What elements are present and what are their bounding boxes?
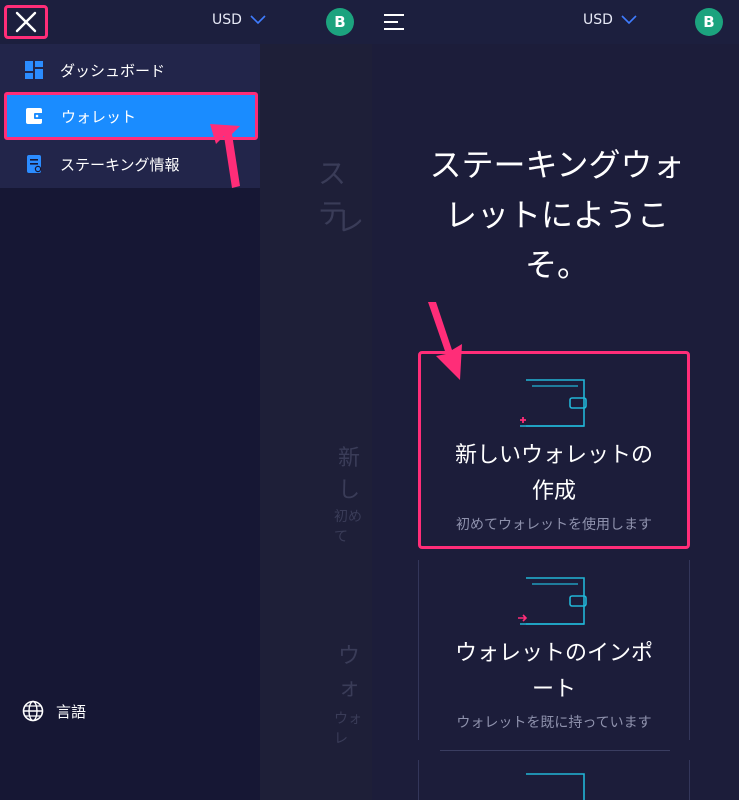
avatar[interactable]: B — [695, 8, 723, 36]
globe-icon — [22, 700, 44, 722]
wallet-plus-icon — [520, 379, 587, 427]
welcome-title-line: レットにようこ — [444, 196, 669, 234]
avatar[interactable]: B — [326, 8, 354, 36]
wallet-option-card[interactable] — [418, 760, 690, 800]
close-icon — [15, 11, 37, 33]
ghost-card-title: ウォ — [338, 644, 361, 701]
card-divider — [440, 750, 670, 751]
card-title-line: 新しいウォレットの — [454, 443, 653, 468]
card-title-line: ウォレットのインポ — [454, 641, 653, 666]
currency-selector[interactable]: USD — [583, 12, 637, 28]
welcome-title-line: ステーキングウォ — [429, 146, 685, 184]
currency-label: USD — [212, 12, 242, 28]
menu-open-pane: USD B ダッシュボード ウォレット ステーキング情報 言語 ステ レ 新し … — [0, 0, 372, 800]
chevron-down-icon — [250, 15, 266, 25]
ghost-card-subtitle: ウォレ — [334, 711, 362, 747]
top-bar: USD B — [0, 0, 372, 44]
ghost-card-title: 新し — [338, 446, 361, 503]
language-selector[interactable]: 言語 — [22, 700, 86, 722]
page-overlay[interactable]: ステ レ 新し 初めて ウォ ウォレ — [260, 44, 372, 800]
wallet-import-icon — [518, 577, 587, 625]
document-icon — [27, 155, 42, 173]
dashboard-icon — [25, 61, 43, 79]
sidebar-item-label: ダッシュボード — [60, 61, 166, 80]
welcome-title: ステーキングウォ レットにようこ そ。 — [402, 140, 712, 290]
top-bar: USD B — [372, 0, 739, 44]
chevron-down-icon — [621, 15, 637, 25]
ghost-card-subtitle: 初めて — [334, 509, 362, 545]
welcome-title-line: そ。 — [524, 246, 589, 284]
ghost-title-line-2: レ — [336, 205, 365, 238]
wallet-icon — [526, 773, 585, 800]
wallet-welcome-pane: USD B ステーキングウォ レットにようこ そ。 新しいウォレットの 作成 初… — [372, 0, 739, 800]
import-wallet-title: ウォレットのインポ ート — [419, 636, 689, 708]
annotation-arrow — [210, 124, 240, 188]
sidebar-item-label: ステーキング情報 — [60, 155, 180, 174]
currency-selector[interactable]: USD — [212, 12, 266, 28]
create-wallet-subtitle: 初めてウォレットを使用します — [456, 517, 652, 533]
create-wallet-title: 新しいウォレットの 作成 — [421, 438, 687, 510]
import-wallet-card[interactable]: ウォレットのインポ ート ウォレットを既に持っています — [418, 560, 690, 740]
card-title-line: ート — [531, 677, 576, 702]
create-wallet-card[interactable]: 新しいウォレットの 作成 初めてウォレットを使用します — [418, 351, 690, 549]
close-menu-button[interactable] — [4, 5, 48, 39]
wallet-icon — [26, 108, 43, 124]
sidebar-item-dashboard[interactable]: ダッシュボード — [0, 46, 260, 94]
currency-label: USD — [583, 12, 613, 28]
hamburger-menu-icon[interactable] — [384, 12, 406, 32]
import-wallet-subtitle: ウォレットを既に持っています — [456, 715, 652, 731]
language-label: 言語 — [56, 702, 87, 721]
sidebar-item-label: ウォレット — [61, 107, 137, 126]
card-title-line: 作成 — [531, 479, 576, 504]
